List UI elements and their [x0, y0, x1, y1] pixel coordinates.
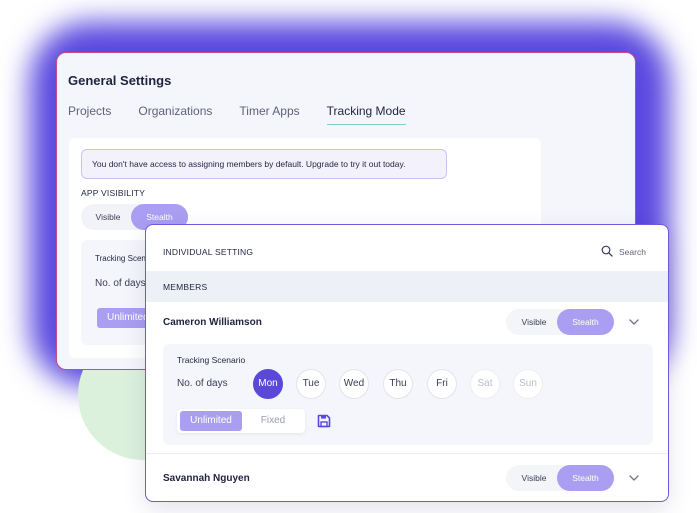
tab-organizations[interactable]: Organizations	[138, 104, 212, 125]
divider	[146, 453, 668, 454]
unlimited-option[interactable]: Unlimited	[180, 411, 242, 431]
settings-tabs: Projects Organizations Timer Apps Tracki…	[68, 104, 433, 125]
save-icon[interactable]	[316, 413, 332, 429]
day-thu[interactable]: Thu	[383, 369, 413, 399]
individual-setting-title: INDIVIDUAL SETTING	[163, 247, 254, 257]
days-label: No. of days	[177, 378, 228, 389]
day-wed[interactable]: Wed	[339, 369, 369, 399]
search-icon[interactable]	[601, 245, 613, 257]
upgrade-notice: You don't have access to assigning membe…	[81, 149, 447, 179]
day-fri[interactable]: Fri	[427, 369, 457, 399]
days-label: No. of days	[95, 278, 146, 289]
member-visibility-toggle: Visible Stealth	[506, 309, 614, 335]
visible-option[interactable]: Visible	[510, 309, 558, 335]
visible-option[interactable]: Visible	[83, 204, 133, 230]
member-visibility-toggle: Visible Stealth	[506, 465, 614, 491]
fixed-option[interactable]: Fixed	[247, 411, 299, 431]
members-header: MEMBERS	[146, 271, 668, 302]
limit-toggle: Unlimited Fixed	[177, 409, 305, 433]
day-sun[interactable]: Sun	[513, 369, 543, 399]
day-mon[interactable]: Mon	[253, 369, 283, 399]
day-sat[interactable]: Sat	[470, 369, 500, 399]
tracking-scenario-box: Tracking Scenario No. of days Mon Tue We…	[163, 344, 653, 445]
stealth-option[interactable]: Stealth	[557, 309, 614, 335]
tab-tracking-mode[interactable]: Tracking Mode	[326, 104, 406, 125]
search-button[interactable]: Search	[619, 247, 646, 257]
visible-option[interactable]: Visible	[510, 465, 558, 491]
page-title: General Settings	[68, 73, 172, 88]
individual-setting-panel: INDIVIDUAL SETTING Search MEMBERS Camero…	[145, 224, 669, 502]
stealth-option[interactable]: Stealth	[557, 465, 614, 491]
member-name: Savannah Nguyen	[163, 473, 250, 484]
app-visibility-label: APP VISIBILITY	[81, 188, 146, 198]
chevron-down-icon[interactable]	[628, 472, 640, 484]
day-tue[interactable]: Tue	[296, 369, 326, 399]
tab-timer-apps[interactable]: Timer Apps	[239, 104, 299, 125]
member-name: Cameron Williamson	[163, 317, 262, 328]
tracking-scenario-label: Tracking Scenario	[177, 355, 246, 365]
tab-projects[interactable]: Projects	[68, 104, 111, 125]
chevron-down-icon[interactable]	[628, 316, 640, 328]
